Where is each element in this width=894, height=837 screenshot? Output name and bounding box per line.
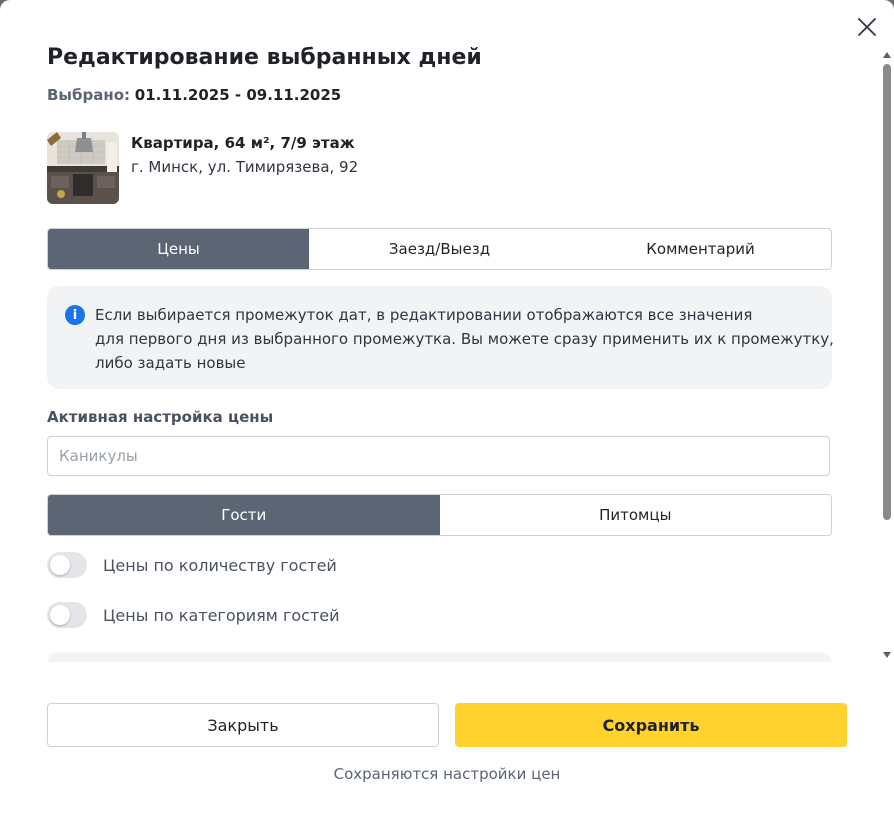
tab-pets[interactable]: Питомцы <box>440 495 832 535</box>
info-notice: i Если выбирается промежуток дат, в реда… <box>47 286 834 389</box>
save-note: Сохраняются настройки цен <box>333 765 561 783</box>
scrollbar-thumb[interactable] <box>883 64 891 520</box>
modal-scroll-area[interactable]: Редактирование выбранных дней Выбрано: 0… <box>0 0 880 662</box>
guest-category-toggle[interactable] <box>47 602 87 628</box>
selected-dates: 01.11.2025 - 09.11.2025 <box>134 86 342 104</box>
guest-pet-tabs: Гости Питомцы <box>47 494 832 536</box>
tab-prices[interactable]: Цены <box>48 229 309 269</box>
listing-title: Квартира, 64 м², 7/9 этаж <box>131 134 355 152</box>
listing-address: г. Минск, ул. Тимирязева, 92 <box>131 158 359 176</box>
info-line: для первого дня из выбранного промежутка… <box>95 330 834 348</box>
scroll-up-arrow-icon[interactable] <box>883 52 891 58</box>
toggle-row-guest-count[interactable]: Цены по количеству гостей <box>47 552 337 578</box>
kitchen-photo-icon <box>47 132 119 204</box>
guest-category-toggle-label: Цены по категориям гостей <box>103 605 340 625</box>
info-line: либо задать новые <box>95 354 246 372</box>
selected-label: Выбрано: <box>47 86 130 104</box>
listing-photo <box>47 132 119 204</box>
info-text: Если выбирается промежуток дат, в редакт… <box>95 303 834 375</box>
tab-checkin-checkout[interactable]: Заезд/Выезд <box>309 229 570 269</box>
guest-count-toggle-label: Цены по количеству гостей <box>103 555 337 575</box>
edit-tabs: Цены Заезд/Выезд Комментарий <box>47 228 832 270</box>
info-icon: i <box>65 305 85 325</box>
scrollbar[interactable] <box>880 50 894 660</box>
tab-comment[interactable]: Комментарий <box>570 229 831 269</box>
edit-days-modal: Редактирование выбранных дней Выбрано: 0… <box>0 0 894 837</box>
selected-range: Выбрано: 01.11.2025 - 09.11.2025 <box>47 86 341 104</box>
save-button[interactable]: Сохранить <box>455 703 847 747</box>
price-setting-input[interactable] <box>47 436 830 476</box>
tab-guests[interactable]: Гости <box>48 495 440 535</box>
price-setting-label: Активная настройка цены <box>47 408 274 426</box>
toggle-knob <box>50 605 70 625</box>
toggle-row-guest-category[interactable]: Цены по категориям гостей <box>47 602 340 628</box>
next-section-card <box>47 652 832 662</box>
toggle-knob <box>50 555 70 575</box>
scroll-down-arrow-icon[interactable] <box>883 652 891 658</box>
close-button[interactable]: Закрыть <box>47 703 439 747</box>
info-line: Если выбирается промежуток дат, в редакт… <box>95 306 753 324</box>
guest-count-toggle[interactable] <box>47 552 87 578</box>
modal-title: Редактирование выбранных дней <box>47 45 482 70</box>
close-icon[interactable] <box>854 14 880 40</box>
